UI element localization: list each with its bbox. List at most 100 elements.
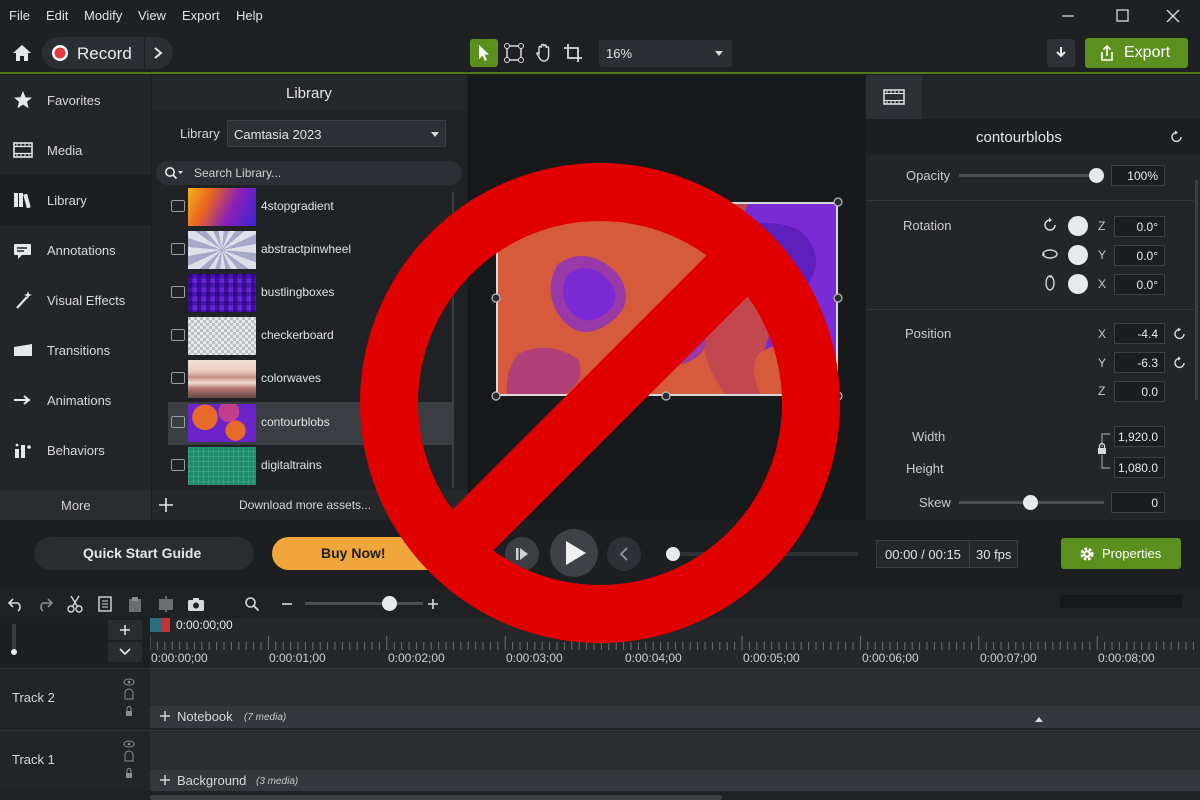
track-height-thumb[interactable] [11,649,17,655]
download-button[interactable] [1047,39,1075,67]
library-select[interactable]: Camtasia 2023 [227,120,446,147]
zoom-select[interactable]: 16% [599,40,732,67]
scrubber-track[interactable] [673,552,858,556]
scrubber-thumb[interactable] [666,547,680,561]
close-button[interactable] [1158,5,1188,27]
minimize-button[interactable] [1053,5,1083,27]
crop-tool-button[interactable] [559,39,587,67]
position-z-field[interactable]: 0.0 [1114,381,1165,402]
film-icon [171,329,185,341]
skew-field[interactable]: 0 [1111,492,1165,513]
rail-item-behaviors[interactable]: Behaviors [0,425,151,475]
rotation-y-field[interactable]: 0.0° [1114,245,1165,266]
list-item[interactable]: digitaltrains [168,445,453,488]
selection-handles[interactable] [490,196,846,402]
redo-button[interactable] [34,593,56,615]
rail-item-transitions[interactable]: Transitions [0,325,151,375]
track-lane-1[interactable]: Background (3 media) [150,730,1200,791]
rail-item-visual-effects[interactable]: Visual Effects [0,275,151,325]
snapshot-button[interactable] [185,593,207,615]
rail-item-library[interactable]: Library [0,175,151,225]
opacity-slider[interactable] [959,174,1097,177]
list-item[interactable]: abstractpinwheel [168,229,453,272]
menu-help[interactable]: Help [236,8,263,23]
library-search-input[interactable]: Search Library... [156,161,462,185]
opacity-slider-thumb[interactable] [1089,168,1104,183]
plus-icon [160,711,170,721]
menu-view[interactable]: View [138,8,166,23]
tab-visual-properties[interactable] [866,75,922,119]
split-button[interactable] [155,593,177,615]
properties-button[interactable]: Properties [1061,538,1181,569]
playhead[interactable] [150,618,172,632]
export-button[interactable]: Export [1085,38,1188,68]
rotation-y-dial[interactable] [1068,245,1088,265]
position-x-field[interactable]: -4.4 [1114,323,1165,344]
transform-tool-button[interactable] [500,39,528,67]
opacity-field[interactable]: 100% [1111,165,1165,186]
add-track-button[interactable] [108,620,142,640]
ruler-ticks [150,636,1194,650]
pan-tool-button[interactable] [530,39,558,67]
timeline-scrollbar[interactable] [150,795,722,800]
list-item[interactable]: colorwaves [168,358,453,401]
media-group-background[interactable]: Background (3 media) [150,770,1200,791]
reset-icon[interactable] [1173,327,1187,341]
track-header-2[interactable]: Track 2 [0,668,150,728]
list-item-selected[interactable]: contourblobs [168,402,453,445]
play-button[interactable] [550,529,598,577]
rotation-z-dial[interactable] [1068,216,1088,236]
buy-now-button[interactable]: Buy Now! [272,537,452,570]
track-options-button[interactable] [108,642,142,662]
zoom-in-button[interactable] [422,593,444,615]
download-assets-link[interactable]: Download more assets... [239,498,371,512]
menu-modify[interactable]: Modify [84,8,122,23]
rail-item-favorites[interactable]: Favorites [0,75,151,125]
zoom-button[interactable] [241,593,263,615]
properties-scrollbar[interactable] [1195,180,1198,400]
timeline-zoom-thumb[interactable] [382,596,397,611]
track-header-1[interactable]: Track 1 [0,730,150,790]
home-icon[interactable] [8,39,36,67]
rotation-x-field[interactable]: 0.0° [1114,274,1165,295]
paste-button[interactable] [124,593,146,615]
quick-start-guide-button[interactable]: Quick Start Guide [34,537,254,570]
zoom-out-button[interactable] [276,593,298,615]
record-expand-button[interactable] [145,37,173,69]
copy-button[interactable] [94,593,116,615]
media-group-notebook[interactable]: Notebook (7 media) [150,706,1200,728]
position-y-field[interactable]: -6.3 [1114,352,1165,373]
reset-icon[interactable] [1173,356,1187,370]
step-back-button[interactable] [505,537,539,571]
menu-edit[interactable]: Edit [46,8,68,23]
height-field[interactable]: 1,080.0 [1114,457,1165,478]
menu-export[interactable]: Export [182,8,220,23]
plus-icon[interactable] [158,497,174,513]
menu-file[interactable]: File [9,8,30,23]
lock-icon[interactable] [1092,431,1112,471]
canvas-area[interactable] [468,75,865,520]
reset-icon[interactable] [1170,130,1184,144]
skew-slider-thumb[interactable] [1023,495,1038,510]
play-icon [566,541,586,565]
cut-button[interactable] [64,593,86,615]
record-button[interactable]: Record [42,37,144,69]
timeline-overview[interactable] [1060,595,1182,608]
rotation-x-dial[interactable] [1068,274,1088,294]
track-lane-2[interactable]: Notebook (7 media) [150,668,1200,728]
rail-item-media[interactable]: Media [0,125,151,175]
maximize-button[interactable] [1107,5,1137,27]
rail-item-annotations[interactable]: Annotations [0,225,151,275]
list-item[interactable]: 4stopgradient [168,186,453,229]
select-tool-button[interactable] [470,39,498,67]
list-item[interactable]: bustlingboxes [168,272,453,315]
undo-button[interactable] [5,593,27,615]
rotation-z-field[interactable]: 0.0° [1114,216,1165,237]
width-field[interactable]: 1,920.0 [1114,426,1165,447]
chevron-right-icon [154,47,163,59]
previous-frame-button[interactable] [607,537,641,571]
list-item[interactable]: checkerboard [168,315,453,358]
more-button[interactable]: More [0,490,151,520]
rail-item-animations[interactable]: Animations [0,375,151,425]
timeline-zoom-slider[interactable] [305,602,423,605]
